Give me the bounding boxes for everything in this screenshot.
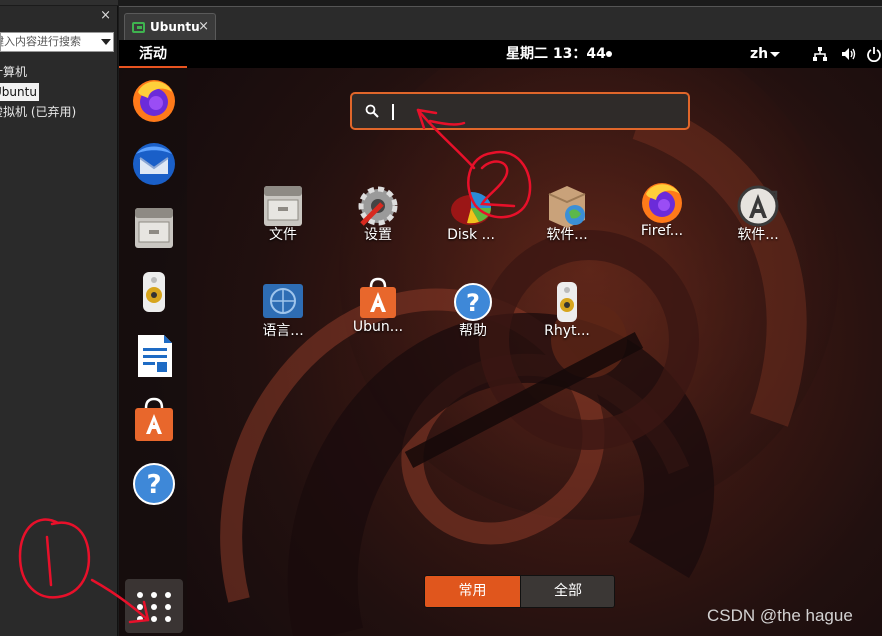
app-language-support[interactable]: 语言... [238,280,328,360]
svg-text:?: ? [146,470,161,500]
firefox-icon[interactable] [130,76,178,124]
search-box[interactable] [350,92,690,130]
tree-item-vms-deprecated[interactable]: 虚拟机 (已弃用) [0,103,76,121]
svg-text:?: ? [466,289,480,317]
library-panel: × 键入内容进行搜索 计算机 Ubuntu 虚拟机 (已弃用) [0,0,118,636]
input-method-indicator[interactable]: zh [750,40,768,68]
app-label: Firef... [640,223,684,239]
thunderbird-icon[interactable] [130,140,178,188]
app-label: 软件... [737,227,779,243]
tree-item-label: 虚拟机 (已弃用) [0,105,77,119]
tab-strip: Ubuntu × [119,6,882,41]
app-label: Ubun... [352,319,404,335]
grid-icon [165,592,171,598]
writer-icon[interactable] [130,332,178,380]
tab-ubuntu[interactable]: Ubuntu × [124,13,216,41]
grid-icon [151,604,157,610]
gnome-top-bar: 活动 星期二 13：44 zh [119,40,882,68]
software-icon[interactable] [130,396,178,444]
library-search-placeholder: 键入内容进行搜索 [0,35,81,48]
help-icon: ? [454,283,492,321]
grid-icon [137,592,143,598]
app-files[interactable]: 文件 [238,184,328,264]
settings-icon [358,186,398,226]
app-rhythmbox[interactable]: Rhyt... [522,280,612,360]
app-label: 语言... [262,323,304,339]
search-input[interactable] [390,102,670,122]
clock[interactable]: 星期二 13：44 [506,40,606,68]
rhythmbox-icon [557,282,577,322]
grid-icon [151,592,157,598]
watermark: CSDN @the hague [707,606,853,625]
rhythmbox-icon[interactable] [130,268,178,316]
help-icon[interactable]: ? [130,460,178,508]
tab-close-button[interactable]: × [198,19,209,34]
tree-item-ubuntu[interactable]: Ubuntu [0,83,39,101]
vm-icon [132,22,145,33]
show-applications-button[interactable] [125,579,183,633]
tree-item-computer[interactable]: 计算机 [0,63,27,81]
software-properties-icon [548,186,586,228]
files-icon[interactable] [130,204,178,252]
app-software-updater[interactable]: 软件... [713,184,803,264]
grid-icon [165,604,171,610]
ubuntu-software-icon [360,277,396,318]
power-icon[interactable] [866,46,882,62]
app-label: 帮助 [459,323,487,339]
app-firefox[interactable]: Firef... [617,180,707,260]
app-disk-usage[interactable]: Disk ... [426,184,516,264]
grid-icon [137,616,143,622]
tab-frequent[interactable]: 常用 [425,576,520,607]
grid-icon [151,616,157,622]
software-updater-icon [737,185,779,227]
text-caret [392,104,394,120]
app-label: 设置 [364,227,392,243]
grid-icon [165,616,171,622]
app-settings[interactable]: 设置 [333,184,423,264]
tree-item-label: Ubuntu [0,85,37,99]
disk-usage-icon [451,191,492,225]
app-view-toggle: 常用 全部 [424,575,615,608]
search-icon [365,104,379,118]
app-label: 软件... [546,227,588,243]
app-ubuntu-software[interactable]: Ubun... [333,276,423,356]
dock: ? [119,68,187,636]
chevron-down-icon[interactable] [101,39,111,45]
chevron-down-icon[interactable] [770,52,780,57]
library-close-button[interactable]: × [100,9,111,23]
library-search-input[interactable]: 键入内容进行搜索 [0,32,114,52]
tab-all[interactable]: 全部 [520,576,614,607]
app-software-properties[interactable]: 软件... [522,184,612,264]
library-header [0,0,118,6]
grid-icon [137,604,143,610]
app-label: 文件 [269,227,297,243]
files-icon [264,186,302,226]
tab-label: Ubuntu [150,20,200,34]
tree-item-label: 计算机 [0,65,28,79]
language-support-icon [263,284,303,318]
notification-dot-icon [606,51,612,57]
app-label: Rhyt... [544,323,590,339]
network-icon[interactable] [812,46,828,62]
ubuntu-desktop: 活动 星期二 13：44 zh ? 文件 设置 Disk ... 软件... F… [119,40,882,636]
app-label: Disk ... [447,227,495,243]
firefox-icon [642,183,682,223]
activities-button[interactable]: 活动 [119,40,187,68]
app-help[interactable]: ? 帮助 [428,280,518,360]
volume-icon[interactable] [840,46,856,62]
